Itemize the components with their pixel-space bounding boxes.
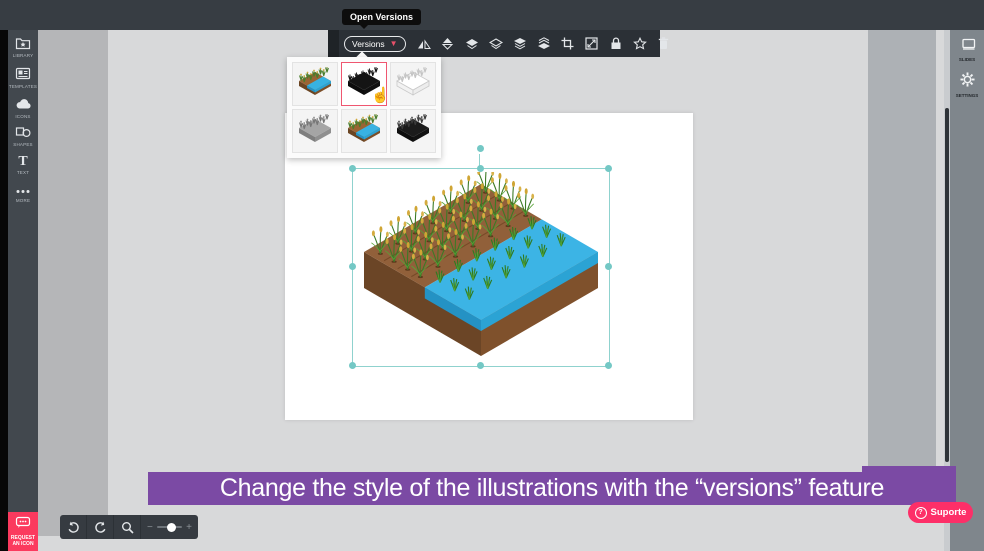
- versions-panel: [287, 57, 441, 158]
- settings-icon: [960, 74, 975, 91]
- rotation-handle[interactable]: [477, 145, 484, 152]
- send-backward-icon[interactable]: [484, 30, 508, 57]
- handle-nw[interactable]: [349, 165, 356, 172]
- undo-button[interactable]: [60, 515, 87, 539]
- crop-icon[interactable]: [556, 30, 580, 57]
- icons-icon: [8, 97, 38, 112]
- left-edge: [0, 30, 8, 551]
- hand-cursor-icon: ☝: [371, 86, 390, 104]
- bring-forward-icon[interactable]: [460, 30, 484, 57]
- handle-w[interactable]: [349, 263, 356, 270]
- right-sidebar-item-label: SETTINGS: [950, 93, 984, 98]
- favorite-icon[interactable]: [628, 30, 652, 57]
- shapes-icon: [8, 125, 38, 140]
- left-sidebar: LIBRARY TEMPLATES ICONS SHAPES T TEXT MORE: [8, 30, 38, 551]
- sidebar-item-label: ICONS: [8, 114, 38, 119]
- send-to-back-icon[interactable]: [532, 30, 556, 57]
- chevron-down-icon: ▼: [390, 39, 398, 48]
- zoom-slider: − +: [141, 515, 198, 539]
- selection-bounding-box[interactable]: [352, 168, 610, 367]
- text-icon: T: [8, 153, 38, 168]
- bring-to-front-icon[interactable]: [508, 30, 532, 57]
- version-thumbnail-color-5[interactable]: [341, 109, 387, 153]
- sidebar-item-label: TEXT: [8, 170, 38, 175]
- lock-icon[interactable]: [604, 30, 628, 57]
- redo-button[interactable]: [87, 515, 114, 539]
- flip-vertical-icon[interactable]: [436, 30, 460, 57]
- flip-horizontal-icon[interactable]: [412, 30, 436, 57]
- canvas-shade-right: [868, 30, 936, 467]
- right-sidebar-item-settings[interactable]: SETTINGS: [950, 72, 984, 98]
- request-an-icon-label: REQUEST AN ICON: [8, 535, 38, 547]
- right-sidebar-item-slides[interactable]: SLIDES: [950, 38, 984, 62]
- support-button[interactable]: ? Suporte: [908, 502, 973, 523]
- more-icon: [8, 181, 38, 196]
- question-icon: ?: [915, 507, 927, 519]
- zoom-in-button[interactable]: +: [186, 522, 192, 533]
- sidebar-item-label: LIBRARY: [8, 53, 38, 58]
- handle-e[interactable]: [605, 263, 612, 270]
- sidebar-item-text[interactable]: T TEXT: [8, 153, 38, 175]
- sidebar-item-icons[interactable]: ICONS: [8, 97, 38, 119]
- right-sidebar-item-label: SLIDES: [950, 57, 984, 62]
- sidebar-item-library[interactable]: LIBRARY: [8, 36, 38, 58]
- zoom-tool-button[interactable]: [114, 515, 141, 539]
- open-versions-tooltip: Open Versions: [342, 9, 421, 25]
- zoom-slider-knob[interactable]: [167, 523, 176, 532]
- zoom-out-button[interactable]: −: [147, 522, 153, 533]
- caption-bar: Change the style of the illustrations wi…: [148, 472, 956, 505]
- canvas-shade-left: [38, 30, 108, 536]
- sidebar-item-label: SHAPES: [8, 142, 38, 147]
- version-thumbnail-gray-4[interactable]: [292, 109, 338, 153]
- svg-text:T: T: [18, 154, 28, 167]
- version-thumbnail-color-1[interactable]: [292, 62, 338, 106]
- zoom-controls: − +: [60, 515, 198, 539]
- selection-toolbar: Versions ▼: [328, 30, 660, 57]
- zoom-slider-track[interactable]: [157, 526, 182, 528]
- speech-bubble-icon: [15, 516, 31, 533]
- toolbar-side-strip: [328, 30, 339, 57]
- version-thumbnail-dark-6[interactable]: [390, 109, 436, 153]
- request-an-icon-button[interactable]: REQUEST AN ICON: [8, 512, 38, 551]
- handle-s[interactable]: [477, 362, 484, 369]
- handle-n[interactable]: [477, 165, 484, 172]
- top-bar: [0, 0, 984, 30]
- sidebar-item-label: TEMPLATES: [8, 84, 38, 89]
- slides-icon: [959, 38, 976, 55]
- version-thumbnail-outline-3[interactable]: [390, 62, 436, 106]
- templates-icon: [8, 67, 38, 82]
- sidebar-item-more[interactable]: MORE: [8, 181, 38, 203]
- handle-ne[interactable]: [605, 165, 612, 172]
- sidebar-item-templates[interactable]: TEMPLATES: [8, 67, 38, 89]
- handle-sw[interactable]: [349, 362, 356, 369]
- delete-icon[interactable]: [652, 30, 676, 57]
- resize-icon[interactable]: [580, 30, 604, 57]
- sidebar-item-label: MORE: [8, 198, 38, 203]
- versions-dropdown[interactable]: Versions ▼: [344, 36, 406, 52]
- sidebar-item-shapes[interactable]: SHAPES: [8, 125, 38, 147]
- handle-se[interactable]: [605, 362, 612, 369]
- canvas-scrollbar-thumb[interactable]: [945, 108, 949, 462]
- library-icon: [8, 36, 38, 51]
